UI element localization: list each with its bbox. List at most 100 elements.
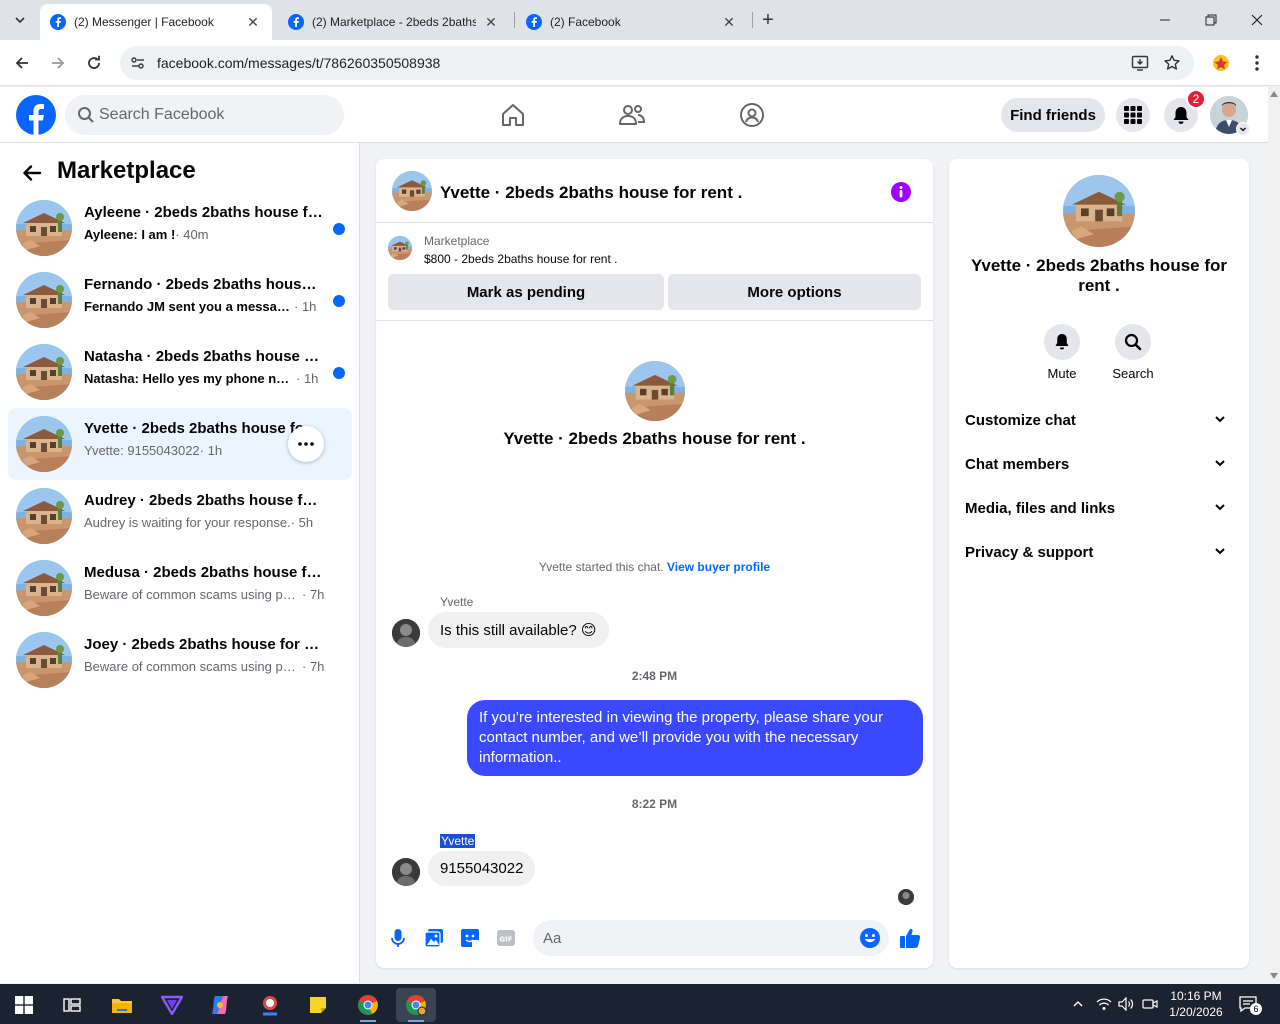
taskbar-chrome-profile[interactable] <box>396 988 436 1022</box>
tab-messenger[interactable]: (2) Messenger | Facebook ✕ <box>40 4 272 40</box>
message-input[interactable] <box>543 920 843 956</box>
page-scrollbar[interactable] <box>1268 87 1280 983</box>
section-customize-chat[interactable]: Customize chat <box>957 398 1241 442</box>
sticker-button[interactable] <box>458 926 482 950</box>
message-composer: GIF <box>376 914 933 962</box>
gif-button[interactable]: GIF <box>494 926 518 950</box>
taskbar-app-snipping[interactable] <box>250 988 290 1022</box>
attach-media-button[interactable] <box>422 926 446 950</box>
nav-home[interactable] <box>495 97 531 133</box>
conversation-item[interactable]: Natasha · 2beds 2baths house for rent . … <box>8 336 352 408</box>
sender-avatar[interactable] <box>392 858 420 886</box>
conversation-name: Fernando · 2beds 2baths house for rent . <box>84 276 324 293</box>
forward-button[interactable] <box>45 50 71 76</box>
tab-search-button[interactable] <box>8 8 32 32</box>
section-privacy-support[interactable]: Privacy & support <box>957 530 1241 574</box>
message-sender-name: Yvette <box>440 595 474 609</box>
site-settings-icon[interactable] <box>128 53 148 73</box>
conversation-item[interactable]: Ayleene · 2beds 2baths house for rent . … <box>8 192 352 264</box>
address-bar[interactable]: facebook.com/messages/t/786260350508938 <box>120 46 1194 80</box>
conversation-name: Medusa · 2beds 2baths house for rent . <box>84 564 324 581</box>
facebook-search-input[interactable] <box>99 95 329 135</box>
message-input-wrapper[interactable] <box>533 920 889 956</box>
sender-avatar[interactable] <box>392 619 420 647</box>
back-button[interactable] <box>9 50 35 76</box>
task-view-icon <box>63 998 81 1012</box>
find-friends-button[interactable]: Find friends <box>1001 98 1105 132</box>
facebook-logo-icon[interactable] <box>16 95 56 135</box>
listing-banner: Marketplace $800 - 2beds 2baths house fo… <box>376 224 933 321</box>
show-hidden-icons[interactable] <box>1070 996 1086 1012</box>
conversation-item[interactable]: Fernando · 2beds 2baths house for rent .… <box>8 264 352 336</box>
outgoing-message-bubble[interactable]: If you’re interested in viewing the prop… <box>467 700 923 776</box>
meet-now-icon[interactable] <box>1142 996 1158 1012</box>
mark-as-pending-button[interactable]: Mark as pending <box>388 274 664 310</box>
task-view-button[interactable] <box>52 988 92 1022</box>
listing-thumbnail <box>16 632 72 688</box>
back-button[interactable] <box>18 159 46 187</box>
minimize-button[interactable] <box>1142 0 1188 40</box>
section-media-files-links[interactable]: Media, files and links <box>957 486 1241 530</box>
view-buyer-profile-link[interactable]: View buyer profile <box>667 560 770 574</box>
voice-clip-button[interactable] <box>386 926 410 950</box>
taskbar-app-copilot[interactable] <box>200 988 240 1022</box>
listing-thumbnail[interactable] <box>388 236 412 260</box>
conversation-more-button[interactable] <box>288 426 324 462</box>
facebook-favicon-icon <box>288 14 304 30</box>
sticky-notes-icon <box>310 997 326 1013</box>
network-icon[interactable] <box>1096 996 1112 1012</box>
conversation-item[interactable]: Audrey · 2beds 2baths house for rent . A… <box>8 480 352 552</box>
conversation-item-active[interactable]: Yvette · 2beds 2baths house for rent . Y… <box>8 408 352 480</box>
incoming-message-bubble[interactable]: Is this still available? 😊 <box>428 612 609 648</box>
close-window-button[interactable] <box>1234 0 1280 40</box>
conversation-item[interactable]: Medusa · 2beds 2baths house for rent . B… <box>8 552 352 624</box>
conversation-name: Joey · 2beds 2baths house for rent . <box>84 636 324 653</box>
info-icon[interactable] <box>890 181 912 203</box>
section-chat-members[interactable]: Chat members <box>957 442 1241 486</box>
tab-close-icon[interactable]: ✕ <box>244 13 262 31</box>
taskbar-chrome[interactable] <box>348 988 388 1022</box>
taskbar-app-sticky-notes[interactable] <box>298 988 338 1022</box>
chat-thumbnail[interactable] <box>392 171 432 211</box>
account-chevron[interactable] <box>1236 122 1250 136</box>
bookmark-star-icon[interactable] <box>1162 53 1182 73</box>
new-tab-button[interactable]: + <box>756 8 780 32</box>
tab-facebook[interactable]: (2) Facebook ✕ <box>516 4 748 40</box>
browser-toolbar: facebook.com/messages/t/786260350508938 <box>0 40 1280 86</box>
bell-icon <box>1173 107 1189 124</box>
listing-price-title[interactable]: $800 - 2beds 2baths house for rent . <box>424 252 617 266</box>
conversation-preview: Beware of common scams using payment app… <box>84 659 325 674</box>
incoming-message-bubble[interactable]: 9155043022 <box>428 851 536 886</box>
notification-center-button[interactable]: 6 <box>1238 994 1262 1015</box>
volume-icon[interactable] <box>1118 996 1134 1012</box>
facebook-search[interactable] <box>65 95 344 135</box>
listing-thumbnail <box>16 344 72 400</box>
tab-close-icon[interactable]: ✕ <box>720 13 738 31</box>
taskbar-clock[interactable]: 10:16 PM 1/20/2026 <box>1160 988 1232 1020</box>
start-button[interactable] <box>4 988 44 1022</box>
more-options-button[interactable]: More options <box>668 274 921 310</box>
more-dots-icon <box>298 442 314 446</box>
nav-groups[interactable] <box>734 97 770 133</box>
chat-title[interactable]: Yvette · 2beds 2baths house for rent . <box>440 183 742 203</box>
reload-button[interactable] <box>81 50 107 76</box>
restore-button[interactable] <box>1188 0 1234 40</box>
menu-button[interactable] <box>1116 98 1150 132</box>
conversation-preview: Fernando JM sent you a message about you… <box>84 299 317 314</box>
tab-close-icon[interactable]: ✕ <box>482 13 500 31</box>
install-app-icon[interactable] <box>1130 53 1150 73</box>
conversation-item[interactable]: Joey · 2beds 2baths house for rent . Bew… <box>8 624 352 696</box>
extension-icon[interactable] <box>1210 52 1232 74</box>
emoji-icon[interactable] <box>859 927 881 949</box>
notifications-badge: 2 <box>1186 89 1206 109</box>
browser-menu-icon[interactable] <box>1246 52 1268 74</box>
file-explorer-button[interactable] <box>102 988 142 1022</box>
tab-marketplace[interactable]: (2) Marketplace - 2beds 2baths ✕ <box>278 4 510 40</box>
marketplace-sidebar: Marketplace Ayleene · 2beds 2baths house… <box>0 143 360 983</box>
conversation-name: Yvette · 2beds 2baths house for rent . <box>84 420 324 437</box>
taskbar-app-vpn[interactable] <box>152 988 192 1022</box>
like-button[interactable] <box>898 926 922 950</box>
mute-action[interactable]: Mute <box>1032 324 1092 381</box>
nav-friends[interactable] <box>614 97 650 133</box>
search-action[interactable]: Search <box>1103 324 1163 381</box>
